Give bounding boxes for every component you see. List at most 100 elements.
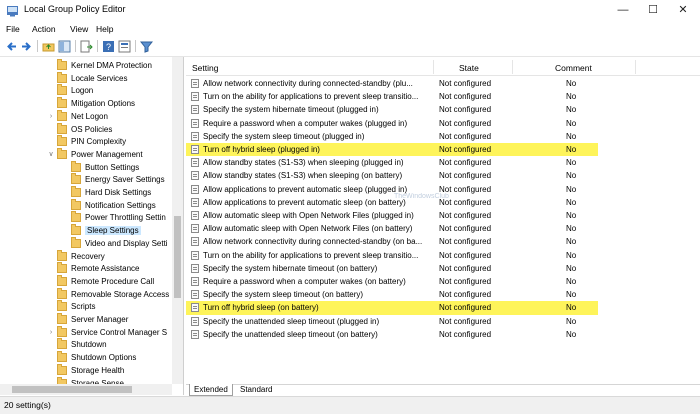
tree-item[interactable]: Kernel DMA Protection — [0, 59, 170, 72]
folder-icon — [57, 262, 67, 274]
status-text: 20 setting(s) — [4, 400, 51, 410]
tree-scroll-thumb[interactable] — [174, 216, 181, 298]
show-hide-tree-icon[interactable] — [58, 40, 71, 53]
setting-row[interactable]: Turn on the ability for applications to … — [186, 90, 700, 103]
setting-row[interactable]: Allow network connectivity during connec… — [186, 235, 700, 248]
menu-view[interactable]: View — [70, 24, 88, 34]
setting-row[interactable]: Specify the unattended sleep timeout (pl… — [186, 315, 700, 328]
folder-icon — [57, 287, 67, 299]
tab-extended[interactable]: Extended — [189, 384, 233, 396]
column-divider[interactable] — [433, 60, 434, 74]
export-list-icon[interactable] — [80, 40, 93, 53]
setting-row[interactable]: Require a password when a computer wakes… — [186, 275, 700, 288]
tree-item[interactable]: Energy Saver Settings — [0, 173, 170, 186]
tree-item-label: Locale Services — [71, 73, 128, 83]
tree-item[interactable]: Hard Disk Settings — [0, 186, 170, 199]
column-divider[interactable] — [635, 60, 636, 74]
setting-row[interactable]: Specify the unattended sleep timeout (on… — [186, 328, 700, 341]
setting-comment: No — [566, 92, 577, 102]
tree-item[interactable]: Mitigation Options — [0, 97, 170, 110]
tree-item[interactable]: › Service Control Manager S — [0, 325, 170, 339]
tree-item[interactable]: Scripts — [0, 300, 170, 313]
setting-row[interactable]: Turn on the ability for applications to … — [186, 249, 700, 262]
forward-icon[interactable] — [20, 40, 33, 53]
setting-name: Specify the system hibernate timeout (on… — [203, 263, 378, 273]
help-icon[interactable]: ? — [102, 40, 115, 53]
tree-item[interactable]: Recovery — [0, 249, 170, 263]
setting-row[interactable]: Turn off hybrid sleep (plugged in) Not co… — [186, 143, 598, 157]
column-header-comment[interactable]: Comment — [555, 63, 592, 73]
menu-file[interactable]: File — [6, 24, 20, 34]
tree-item[interactable]: OS Policies — [0, 122, 170, 136]
column-header-state[interactable]: State — [459, 63, 479, 73]
folder-icon — [57, 135, 67, 147]
tree-item[interactable]: Button Settings — [0, 160, 170, 174]
setting-state: Not configured — [439, 131, 492, 141]
folder-icon — [57, 71, 67, 83]
maximize-button[interactable]: ☐ — [638, 0, 668, 21]
setting-name: Turn off hybrid sleep (plugged in) — [203, 145, 320, 154]
setting-row[interactable]: Allow standby states (S1-S3) when sleepi… — [186, 156, 700, 169]
setting-state: Not configured — [439, 171, 492, 181]
policy-setting-icon — [191, 237, 199, 247]
expand-chevron-icon[interactable]: › — [47, 113, 55, 121]
tree-item[interactable]: Server Manager — [0, 313, 170, 326]
menu-action[interactable]: Action — [32, 24, 56, 34]
up-folder-icon[interactable] — [42, 40, 55, 53]
tree-hscroll-thumb[interactable] — [12, 386, 132, 393]
setting-row[interactable]: Turn off hybrid sleep (on battery) Not co… — [186, 301, 598, 315]
tree-item[interactable]: ∨ Power Management — [0, 147, 170, 161]
setting-row[interactable]: Specify the system hibernate timeout (on… — [186, 262, 700, 275]
tree-item[interactable]: Locale Services — [0, 71, 170, 85]
tree-item-label: Video and Display Setti — [85, 238, 168, 248]
setting-row[interactable]: Allow network connectivity during connec… — [186, 77, 700, 90]
setting-comment: No — [566, 277, 577, 286]
tree-item[interactable]: PIN Complexity — [0, 135, 170, 148]
column-divider[interactable] — [512, 60, 513, 74]
setting-row[interactable]: Allow standby states (S1-S3) when sleepi… — [186, 169, 700, 182]
properties-icon[interactable] — [118, 40, 131, 53]
tree-item[interactable]: Removable Storage Access — [0, 287, 170, 301]
setting-name: Turn on the ability for applications to … — [203, 250, 419, 260]
policy-setting-icon — [191, 197, 199, 207]
toolbar-separator — [97, 40, 98, 52]
tree-item-label: Hard Disk Settings — [85, 188, 152, 197]
setting-row[interactable]: Specify the system hibernate timeout (pl… — [186, 103, 700, 116]
back-icon[interactable] — [5, 40, 18, 53]
tree-item[interactable]: Logon — [0, 84, 170, 97]
filter-icon[interactable] — [140, 40, 153, 53]
collapse-chevron-icon[interactable]: ∨ — [47, 151, 55, 159]
tree-item[interactable]: Shutdown Options — [0, 351, 170, 364]
setting-row[interactable]: Allow automatic sleep with Open Network … — [186, 209, 700, 222]
tree-item[interactable]: Storage Health — [0, 363, 170, 377]
policy-setting-icon — [191, 92, 199, 102]
tree-item[interactable]: Remote Assistance — [0, 262, 170, 275]
setting-state: Not configured — [439, 92, 492, 102]
setting-name: Turn off hybrid sleep (on battery) — [203, 303, 319, 313]
tree-item[interactable]: Shutdown — [0, 338, 170, 351]
tree-item[interactable]: Video and Display Setti — [0, 236, 170, 250]
watermark: TheWindowsClub — [394, 193, 449, 200]
folder-icon — [71, 160, 81, 172]
setting-comment: No — [566, 184, 577, 194]
tree-item[interactable]: Sleep Settings — [0, 224, 170, 237]
setting-state: Not configured — [439, 329, 492, 339]
tree-item-label: Scripts — [71, 302, 96, 312]
folder-icon — [57, 147, 67, 159]
tree-item[interactable]: › Net Logon — [0, 109, 170, 123]
policy-setting-icon — [191, 224, 199, 234]
expand-chevron-icon[interactable]: › — [47, 329, 55, 337]
tree-item[interactable]: Power Throttling Settin — [0, 211, 170, 224]
setting-row[interactable]: Allow automatic sleep with Open Network … — [186, 222, 700, 235]
minimize-button[interactable]: — — [608, 0, 638, 21]
menu-help[interactable]: Help — [96, 24, 113, 34]
column-header-setting[interactable]: Setting — [192, 63, 218, 73]
setting-state: Not configured — [439, 158, 492, 168]
setting-row[interactable]: Require a password when a computer wakes… — [186, 117, 700, 130]
tree-item[interactable]: Remote Procedure Call — [0, 274, 170, 288]
tree-item[interactable]: Notification Settings — [0, 198, 170, 212]
setting-row[interactable]: Specify the system sleep timeout (on bat… — [186, 288, 700, 301]
close-button[interactable]: ✕ — [668, 0, 698, 21]
setting-row[interactable]: Specify the system sleep timeout (plugge… — [186, 130, 700, 143]
tab-standard[interactable]: Standard — [236, 384, 276, 395]
